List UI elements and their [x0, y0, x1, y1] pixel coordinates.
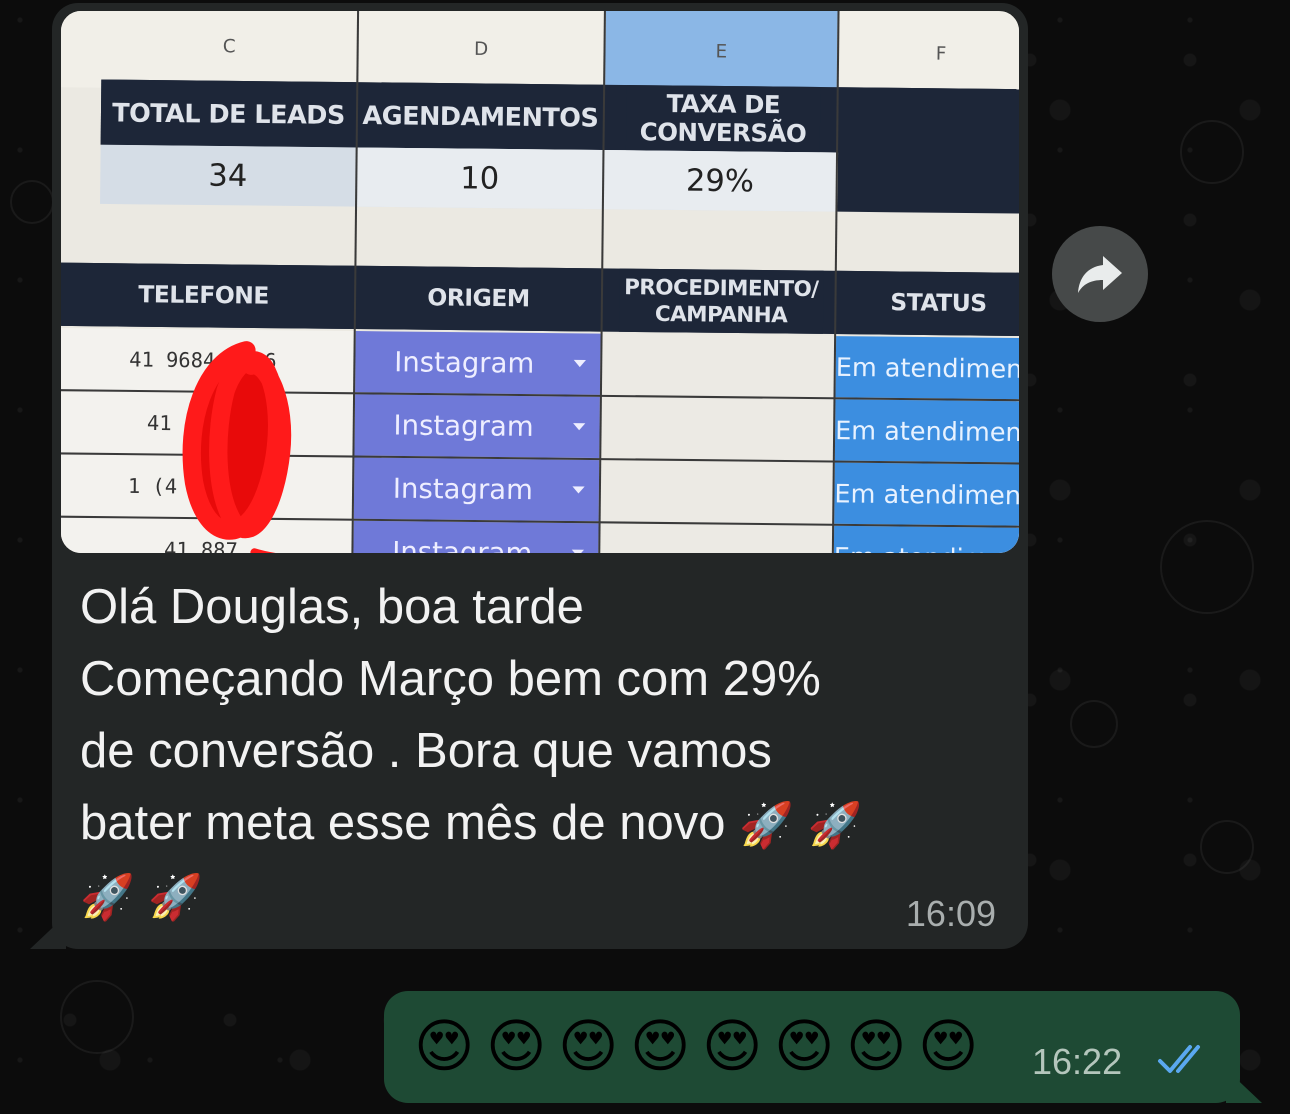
bubble-tail [1226, 1069, 1262, 1103]
dropdown-caret-icon [572, 486, 585, 494]
status-cell: Em atendimento [834, 399, 1019, 463]
dropdown-caret-icon [573, 423, 586, 431]
taxa-conversao-value: 29% [603, 150, 837, 212]
table-header-procedimento: PROCEDIMENTO/ CAMPANHA [618, 268, 824, 334]
forward-button[interactable] [1052, 226, 1148, 322]
heart-eyes-emoji: 😍 [558, 1012, 619, 1080]
heart-eyes-emoji: 😍 [630, 1012, 691, 1080]
table-header-status: STATUS [836, 270, 1019, 337]
origem-dropdown: Instagram [353, 457, 600, 522]
status-cell: Em atendimento [835, 336, 1019, 400]
column-letter: E [605, 11, 839, 96]
message-line: Começando Março bem com 29% [80, 652, 821, 706]
message-timestamp: 16:22 [1032, 1041, 1123, 1082]
rocket-emoji: 🚀 [807, 801, 863, 851]
table-header-telefone: TELEFONE [61, 262, 355, 329]
origem-value: Instagram [392, 535, 533, 553]
message-line: Olá Douglas, boa tarde [80, 580, 584, 634]
origem-dropdown: Instagram [355, 331, 601, 395]
rocket-emoji: 🚀 [148, 873, 204, 923]
outgoing-message-bubble[interactable]: 😍 😍 😍 😍 😍 😍 😍 😍 16:22 [384, 991, 1262, 1103]
bubble-tail [30, 915, 66, 949]
origem-dropdown: Instagram [353, 520, 599, 553]
heart-eyes-emoji: 😍 [414, 1012, 475, 1080]
message-line: bater meta esse mês de novo [80, 796, 726, 850]
forward-arrow-icon [1078, 256, 1122, 293]
heart-eyes-emoji: 😍 [846, 1012, 907, 1080]
heart-eyes-emoji: 😍 [702, 1012, 763, 1080]
rocket-emoji: 🚀 [739, 801, 794, 851]
dropdown-caret-icon [573, 359, 586, 368]
table-header-origem: ORIGEM [355, 265, 602, 332]
summary-header-agendamentos: AGENDAMENTOS [357, 82, 604, 151]
spreadsheet-photo: C D E F TOTAL DE LEADS AGENDAMENTOS TAXA… [61, 11, 1019, 553]
rocket-emoji: 🚀 [80, 873, 135, 923]
status-cell: Em atendimento [834, 462, 1019, 526]
double-check-icon [1158, 1045, 1200, 1073]
heart-eyes-emoji: 😍 [918, 1012, 979, 1080]
status-cell: Em atendiment [833, 525, 1019, 553]
message-text: Olá Douglas, boa tarde Começando Março b… [80, 571, 1000, 931]
message-timestamp: 16:09 [905, 893, 996, 934]
agendamentos-value: 10 [357, 147, 603, 210]
attached-photo[interactable]: C D E F TOTAL DE LEADS AGENDAMENTOS TAXA… [61, 11, 1019, 553]
summary-header-total-leads: TOTAL DE LEADS [100, 79, 357, 148]
incoming-message-bubble[interactable]: C D E F TOTAL DE LEADS AGENDAMENTOS TAXA… [30, 3, 1028, 949]
summary-header-taxa: TAXA DE CONVERSÃO [625, 84, 821, 153]
column-letter: F [838, 11, 1019, 98]
total-leads-value: 34 [208, 157, 248, 194]
dropdown-caret-icon [571, 549, 585, 553]
header-filler [837, 87, 1019, 214]
origem-value: Instagram [393, 409, 534, 443]
message-line: de conversão . Bora que vamos [80, 724, 772, 778]
emoji-message: 😍 😍 😍 😍 😍 😍 😍 😍 [414, 1011, 978, 1081]
heart-eyes-emoji: 😍 [486, 1012, 547, 1080]
heart-eyes-emoji: 😍 [774, 1012, 835, 1080]
procedimento-column-bg [600, 333, 835, 553]
redaction-scribble-icon [182, 341, 341, 553]
origem-value: Instagram [394, 346, 535, 380]
origem-dropdown: Instagram [354, 394, 600, 459]
origem-value: Instagram [392, 472, 534, 506]
column-letter: D [358, 11, 605, 93]
column-letter: C [101, 11, 359, 91]
